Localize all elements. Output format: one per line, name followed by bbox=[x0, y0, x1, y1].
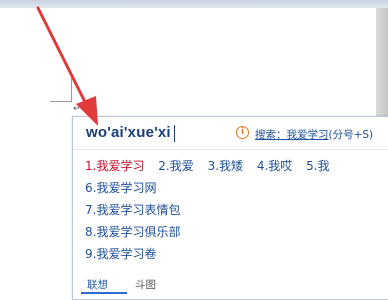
search-suggestion-link[interactable]: 搜索：我爱学习(分号+S) bbox=[255, 127, 373, 142]
ime-composition-bar: wo'ai'xue'xi i 搜索：我爱学习(分号+S) bbox=[73, 117, 388, 150]
candidate-item[interactable]: 1.我爱学习 bbox=[85, 159, 144, 173]
page-margin-mark bbox=[71, 78, 72, 102]
tab-lianxiang[interactable]: 联想 bbox=[87, 277, 108, 292]
candidate-item[interactable]: 9.我爱学习卷 bbox=[85, 245, 180, 267]
paragraph-mark: ↵ bbox=[73, 104, 81, 114]
pinyin-composition[interactable]: wo'ai'xue'xi bbox=[86, 124, 171, 141]
search-shortcut: (分号+S) bbox=[328, 129, 374, 141]
candidate-row: 1.我爱学习 2.我爱 3.我矮 4.我哎 5.我 bbox=[85, 157, 340, 174]
search-label[interactable]: 搜索：我爱学习 bbox=[255, 129, 329, 141]
candidate-item[interactable]: 6.我爱学习网 bbox=[85, 179, 180, 201]
candidate-item[interactable]: 3.我矮 bbox=[208, 159, 243, 173]
candidate-item[interactable]: 5.我 bbox=[306, 159, 329, 173]
active-tab-indicator bbox=[81, 292, 127, 294]
tab-doutu[interactable]: 斗图 bbox=[135, 277, 156, 292]
info-icon[interactable]: i bbox=[236, 126, 249, 139]
text-cursor bbox=[174, 125, 175, 142]
page-margin-mark bbox=[50, 101, 72, 102]
candidate-item[interactable]: 8.我爱学习俱乐部 bbox=[85, 223, 180, 245]
ime-candidate-window: wo'ai'xue'xi i 搜索：我爱学习(分号+S) 1.我爱学习 2.我爱… bbox=[72, 116, 388, 300]
candidate-item[interactable]: 4.我哎 bbox=[257, 159, 292, 173]
candidate-list: 6.我爱学习网 7.我爱学习表情包 8.我爱学习俱乐部 9.我爱学习卷 bbox=[85, 179, 180, 267]
candidate-item[interactable]: 2.我爱 bbox=[158, 159, 193, 173]
ime-tab-bar: 联想 斗图 bbox=[73, 271, 388, 299]
candidate-item[interactable]: 7.我爱学习表情包 bbox=[85, 201, 180, 223]
window-edge bbox=[0, 0, 388, 8]
